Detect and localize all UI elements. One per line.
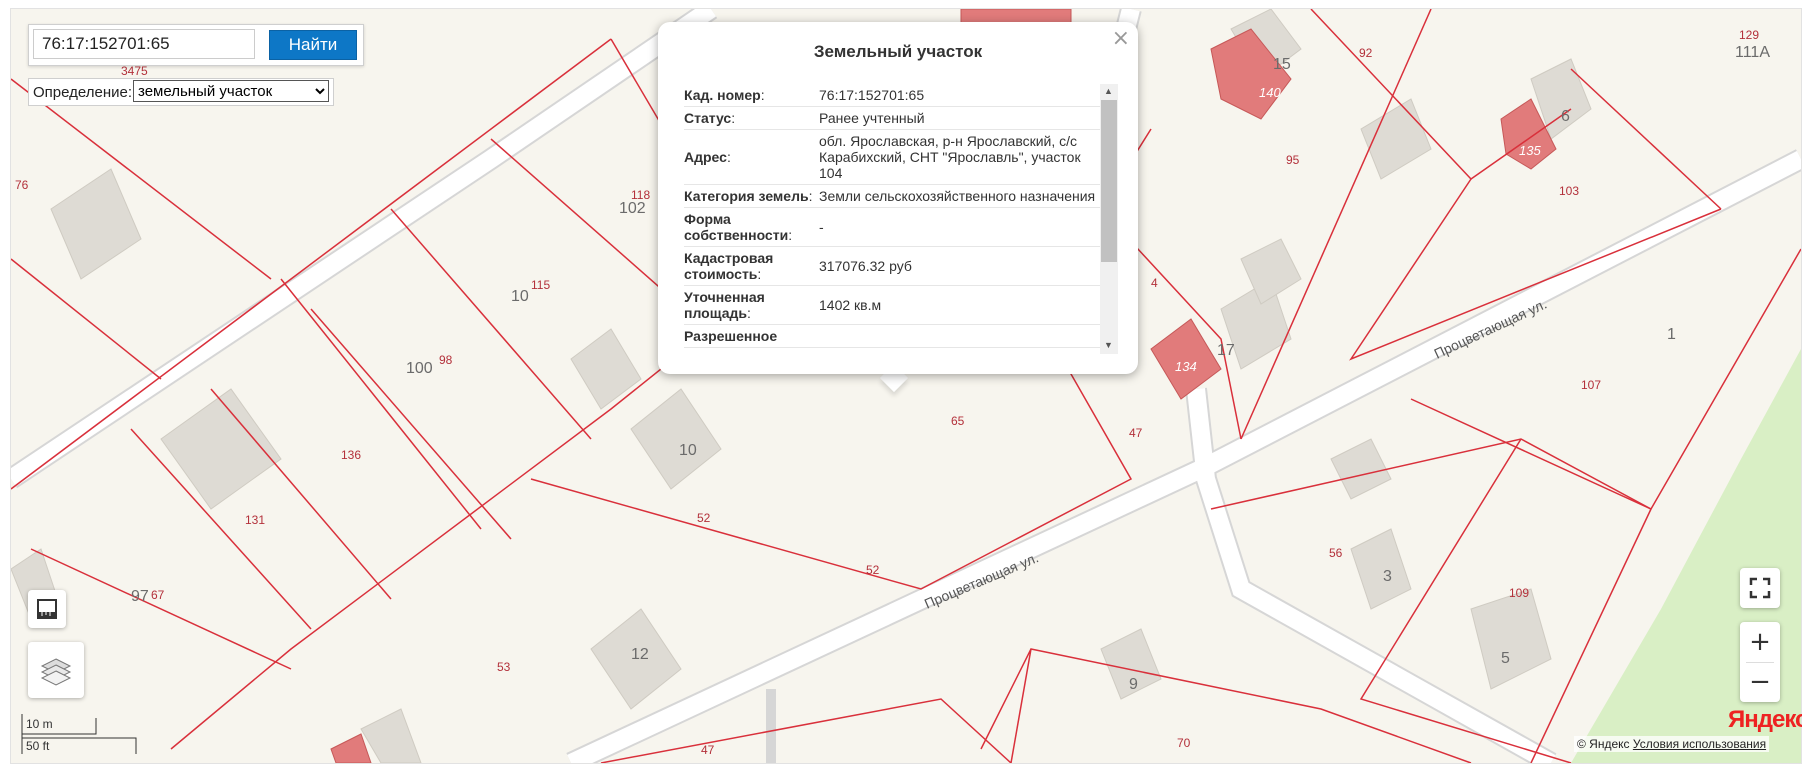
- popup-scrollbar[interactable]: ▲ ▼: [1100, 84, 1118, 354]
- scroll-thumb[interactable]: [1101, 100, 1117, 262]
- parcel-number: 47: [1129, 426, 1143, 440]
- definition-select[interactable]: земельный участок: [133, 80, 329, 102]
- house-number: 15: [1273, 56, 1291, 73]
- search-panel: Найти: [28, 24, 364, 66]
- parcel-number: 76: [15, 178, 29, 192]
- find-button[interactable]: Найти: [269, 30, 357, 60]
- attribute-key: Кадастровая стоимость:: [684, 250, 774, 282]
- scale-imperial: 50 ft: [26, 739, 50, 753]
- parcel-number: 53: [497, 660, 511, 674]
- fullscreen-button[interactable]: [1740, 568, 1780, 608]
- parcel-number: 3475: [121, 64, 148, 78]
- attribute-value: Земли сельскохозяйственного назначения: [819, 188, 1096, 204]
- parcel-number: 56: [1329, 546, 1343, 560]
- parcel-number: 67: [151, 588, 165, 602]
- parcel-number: 52: [866, 563, 880, 577]
- house-number: 6: [1561, 108, 1570, 125]
- table-row: Кадастровая стоимость: 317076.32 руб: [684, 247, 1112, 286]
- attribute-key: Разрешенное: [684, 328, 778, 344]
- parcel-number: 103: [1559, 184, 1579, 198]
- scroll-up-icon[interactable]: ▲: [1104, 86, 1113, 96]
- table-row: Категория земель: Земли сельскохозяйстве…: [684, 185, 1112, 208]
- attribute-key: Статус:: [684, 110, 736, 126]
- house-number: 17: [1217, 342, 1235, 359]
- ruler-icon: [37, 599, 57, 619]
- parcel-number: 95: [1286, 153, 1300, 167]
- parcel-number: 115: [531, 278, 550, 292]
- yandex-logo: Яндекс: [1728, 706, 1802, 733]
- highlighted-house-number: 134: [1175, 359, 1197, 374]
- ruler-button[interactable]: [28, 590, 66, 628]
- attribute-key: Форма собственности:: [684, 211, 793, 243]
- parcel-number: 136: [341, 448, 361, 462]
- zoom-in-button[interactable]: +: [1740, 622, 1780, 662]
- house-number: 9: [1129, 676, 1138, 693]
- attribute-value: 317076.32 руб: [819, 258, 912, 274]
- attribute-key: Адрес:: [684, 149, 731, 165]
- layers-icon: [40, 658, 72, 686]
- scroll-down-icon[interactable]: ▼: [1104, 340, 1113, 350]
- highlighted-house-number: 140: [1259, 85, 1281, 100]
- attribute-value: 1402 кв.м: [819, 297, 882, 313]
- attribute-table: Кад. номер: 76:17:152701:65 Статус: Ране…: [684, 84, 1112, 366]
- house-number: 97: [131, 588, 149, 605]
- attribute-value: 76:17:152701:65: [819, 87, 925, 103]
- table-row: Разрешенное: [684, 325, 1112, 348]
- highlighted-house-number: 135: [1519, 143, 1541, 158]
- scale-metric: 10 m: [26, 717, 53, 731]
- definition-row: Определение: земельный участок: [28, 78, 334, 106]
- house-number: 1: [1667, 326, 1676, 343]
- copyright-text: © Яндекс: [1577, 737, 1630, 751]
- parcel-number: 47: [701, 743, 715, 757]
- table-row: Уточненная площадь: 1402 кв.м: [684, 286, 1112, 325]
- parcel-number: 129: [1739, 28, 1759, 42]
- parcel-number: 109: [1509, 586, 1529, 600]
- house-number: 3: [1383, 568, 1392, 585]
- definition-label: Определение:: [33, 84, 133, 101]
- parcel-number: 131: [245, 513, 265, 527]
- parcel-number: 65: [951, 414, 965, 428]
- parcel-number: 52: [697, 511, 711, 525]
- attribute-key: Кад. номер:: [684, 87, 765, 103]
- house-number: 12: [631, 646, 649, 663]
- table-row: Форма собственности: -: [684, 208, 1112, 247]
- layers-button[interactable]: [28, 642, 84, 698]
- zoom-control: + −: [1740, 622, 1780, 702]
- fullscreen-icon: [1749, 577, 1771, 599]
- copyright-bar: © Яндекс Условия использования: [1574, 736, 1770, 752]
- house-number: 10: [511, 288, 529, 305]
- house-number: 5: [1501, 650, 1510, 667]
- parcel-number: 98: [439, 353, 453, 367]
- parcel-number: 4: [1151, 276, 1158, 290]
- parcel-number: 107: [1581, 378, 1601, 392]
- attribute-value: [819, 328, 1099, 344]
- table-row: Кад. номер: 76:17:152701:65: [684, 84, 1112, 107]
- parcel-number: 92: [1359, 46, 1373, 60]
- terms-link[interactable]: Условия использования: [1633, 737, 1766, 751]
- table-row: Адрес: обл. Ярославская, р-н Ярославский…: [684, 130, 1112, 185]
- attribute-value: -: [819, 219, 824, 235]
- attribute-key: Уточненная площадь:: [684, 289, 765, 321]
- house-number: 10: [679, 442, 697, 459]
- scale-bar: 10 m 50 ft: [20, 712, 140, 756]
- table-row: Статус: Ранее учтенный: [684, 107, 1112, 130]
- parcel-number: 70: [1177, 736, 1191, 750]
- attribute-value: обл. Ярославская, р-н Ярославский, с/с К…: [819, 133, 1081, 181]
- cadastral-search-input[interactable]: [33, 29, 255, 59]
- house-number: 111А: [1735, 44, 1770, 61]
- attribute-value: Ранее учтенный: [819, 110, 925, 126]
- house-number: 102: [619, 200, 646, 217]
- popup-title: Земельный участок: [813, 42, 983, 61]
- info-popup: × Земельный участок Кад. номер: 76:17:15…: [658, 22, 1138, 374]
- house-number: 100: [406, 360, 433, 377]
- zoom-out-button[interactable]: −: [1740, 662, 1780, 702]
- attribute-key: Категория земель:: [684, 188, 813, 204]
